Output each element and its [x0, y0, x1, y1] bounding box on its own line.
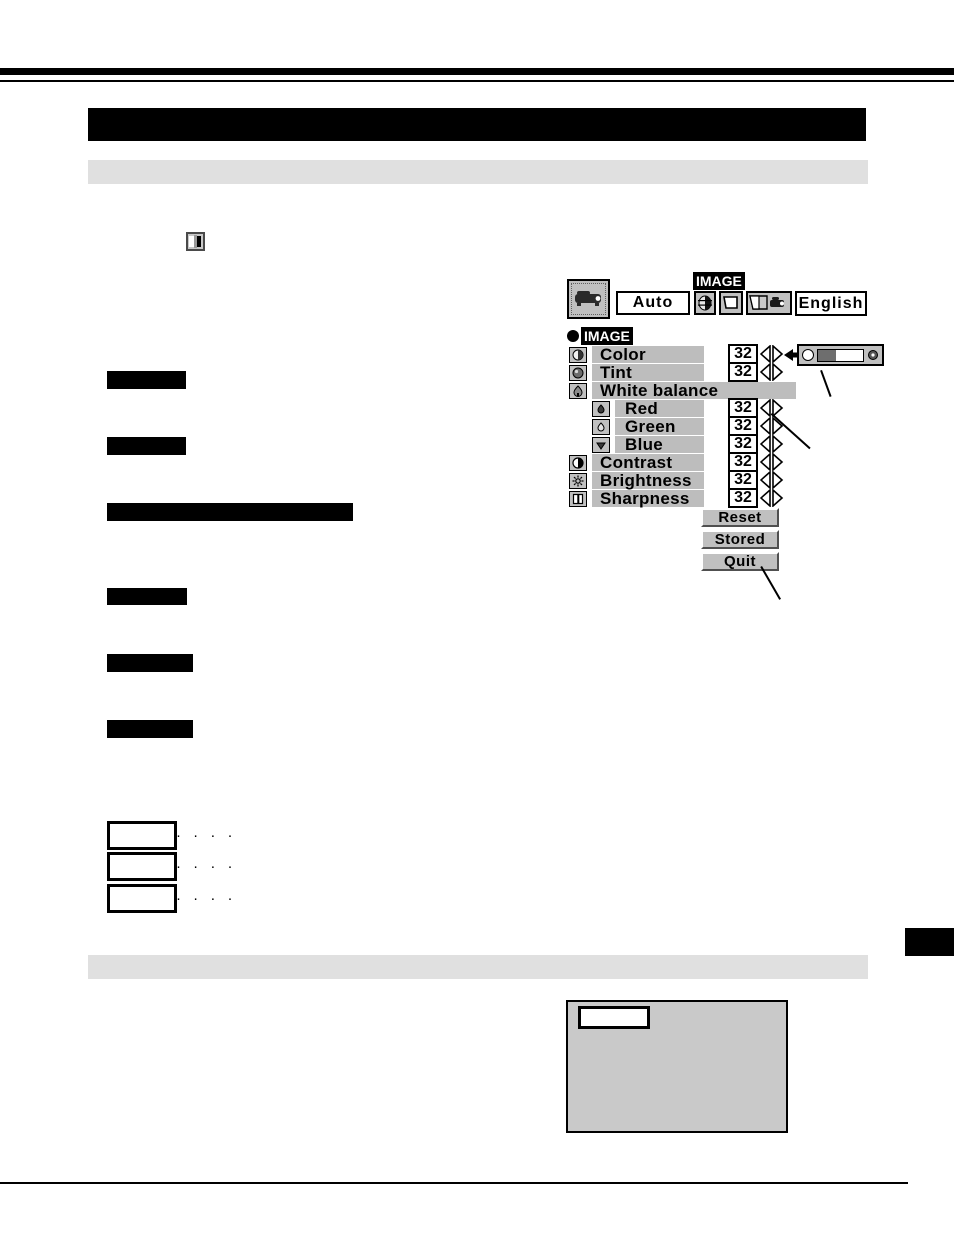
legend-dots-2: · · · · [176, 858, 237, 875]
redacted-heading-6 [107, 720, 193, 738]
osd-arrows-color[interactable] [760, 345, 784, 363]
osd-value-contrast[interactable]: 32 [728, 452, 758, 472]
row-icon-green [592, 419, 610, 435]
page-bottom-rule [0, 1182, 908, 1184]
toolbar-auto-button[interactable]: Auto [616, 291, 690, 315]
row-icon-red [592, 401, 610, 417]
toolbar-language-button[interactable]: English [795, 291, 867, 316]
osd-value-red[interactable]: 32 [728, 398, 758, 418]
toolbar-image-group-label: IMAGE [693, 272, 745, 291]
row-icon-contrast [569, 455, 587, 471]
osd-row-brightness[interactable]: Brightness [592, 471, 704, 490]
red-icon [597, 404, 605, 414]
tint-icon [572, 367, 584, 379]
osd-arrows-brightness[interactable] [760, 471, 784, 489]
green-icon [597, 422, 605, 432]
osd-arrows-blue[interactable] [760, 435, 784, 453]
redacted-heading-3 [107, 503, 353, 521]
circle-icon [802, 349, 814, 361]
osd-row-contrast[interactable]: Contrast [592, 453, 704, 472]
slider-leader-line [820, 370, 832, 397]
osd-row-tint[interactable]: Tint [592, 363, 704, 382]
osd-row-sharpness[interactable]: Sharpness [592, 489, 704, 508]
bullet-icon [567, 330, 579, 343]
osd-quit-button[interactable]: Quit [701, 552, 779, 571]
projector-icon [575, 291, 601, 306]
osd-arrows-green[interactable] [760, 417, 784, 435]
redacted-heading-2 [107, 437, 186, 455]
row-icon-sharpness [569, 491, 587, 507]
row-icon-brightness [569, 473, 587, 489]
osd-row-blue[interactable]: Blue [615, 435, 704, 454]
row-icon-blue [592, 437, 610, 453]
osd-reset-button[interactable]: Reset [701, 508, 779, 527]
osd-row-red[interactable]: Red [615, 399, 704, 418]
osd-value-brightness[interactable]: 32 [728, 470, 758, 490]
section-band-bottom [88, 955, 868, 979]
osd-menu-title: IMAGE [567, 327, 633, 346]
gear-icon [868, 350, 878, 360]
toolbar-projector-button[interactable] [567, 279, 610, 319]
sharpness-icon [572, 493, 584, 505]
image-adjust-icon [186, 232, 205, 251]
osd-row-green[interactable]: Green [615, 417, 704, 436]
toolbar-screen-icon-button[interactable] [719, 291, 743, 315]
section-band-top [88, 160, 868, 184]
osd-menu-title-label: IMAGE [581, 327, 633, 346]
toolbar-pc-projector-icon-button[interactable] [746, 291, 792, 315]
quit-leader-line [760, 566, 781, 600]
row-icon-color [569, 347, 587, 363]
osd-row-white-balance[interactable]: White balance [592, 381, 796, 400]
bottom-dialog-title-box [578, 1006, 650, 1029]
osd-arrows-tint[interactable] [760, 363, 784, 381]
osd-stored-button[interactable]: Stored [701, 530, 779, 549]
contrast-icon [572, 457, 584, 469]
osd-value-sharpness[interactable]: 32 [728, 488, 758, 508]
osd-value-color[interactable]: 32 [728, 344, 758, 364]
osd-value-green[interactable]: 32 [728, 416, 758, 436]
osd-slider-fill [818, 349, 836, 361]
legend-box-1 [107, 821, 177, 850]
row-icon-tint [569, 365, 587, 381]
screen-icon [723, 295, 738, 309]
osd-slider[interactable] [797, 344, 884, 366]
redacted-heading-4 [107, 588, 187, 605]
osd-slider-track[interactable] [817, 348, 864, 362]
blue-icon [596, 442, 606, 450]
brightness-icon [572, 475, 584, 487]
page-top-rule-thick [0, 68, 954, 75]
toolbar-image-icon-button[interactable] [694, 291, 716, 315]
legend-box-3 [107, 884, 177, 913]
pc-projector-icon [749, 294, 784, 310]
image-icon [698, 295, 712, 311]
white-balance-icon [573, 385, 583, 397]
page-tab-marker [905, 928, 954, 956]
osd-arrows-contrast[interactable] [760, 453, 784, 471]
legend-dots-3: · · · · [176, 890, 237, 907]
redacted-heading-1 [107, 371, 186, 389]
osd-row-color[interactable]: Color [592, 345, 704, 364]
page-title-banner [88, 108, 866, 141]
legend-box-2 [107, 852, 177, 881]
osd-arrows-sharpness[interactable] [760, 489, 784, 507]
color-icon [572, 349, 584, 361]
row-icon-white-balance [569, 383, 587, 399]
osd-value-tint[interactable]: 32 [728, 362, 758, 382]
osd-value-blue[interactable]: 32 [728, 434, 758, 454]
page-top-rule-thin [0, 80, 954, 82]
redacted-heading-5 [107, 654, 193, 672]
legend-dots-1: · · · · [176, 827, 237, 844]
